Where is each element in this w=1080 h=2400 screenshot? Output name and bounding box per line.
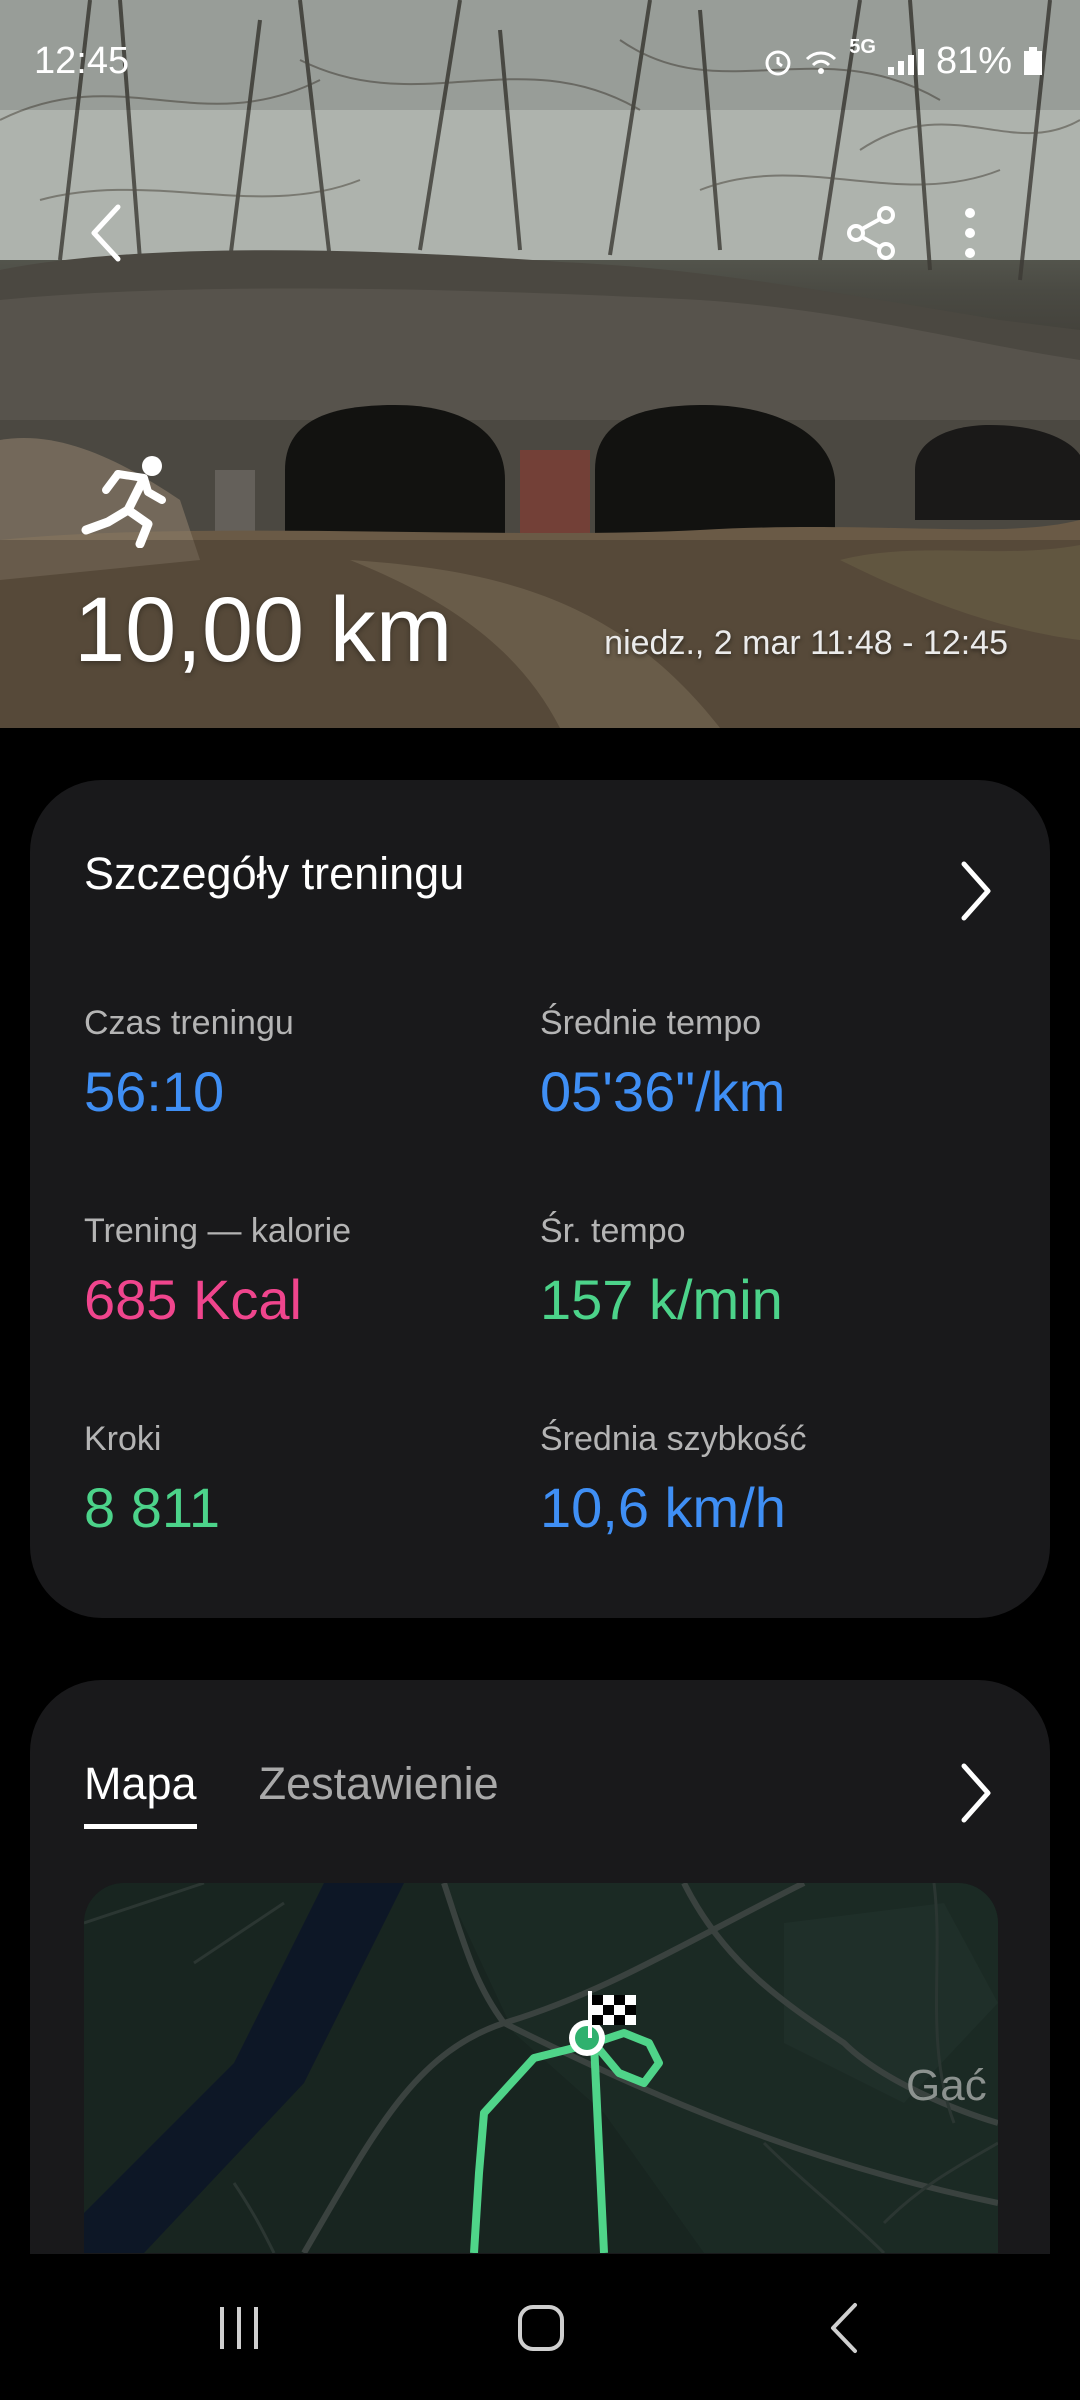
stat-value: 8 811 — [84, 1476, 220, 1539]
workout-details-card[interactable]: Szczegóły treningu Czas treningu 56:10 Ś… — [30, 780, 1050, 1618]
workout-distance: 10,00 km — [74, 579, 453, 681]
stat-value: 56:10 — [84, 1060, 225, 1123]
system-back-button[interactable] — [800, 2298, 890, 2358]
stat-value: 157 k/min — [540, 1268, 783, 1331]
stat-workout-time: Czas treningu 56:10 — [84, 1004, 524, 1124]
share-icon — [847, 206, 895, 260]
stat-steps: Kroki 8 811 — [84, 1420, 524, 1540]
alarm-icon — [765, 50, 791, 75]
chevron-right-icon[interactable] — [954, 1760, 998, 1826]
chevron-right-icon[interactable] — [954, 858, 998, 924]
status-bar: 12:45 5G 81% — [0, 0, 1080, 120]
network-type: 5G — [849, 36, 876, 58]
recents-button[interactable] — [194, 2298, 284, 2358]
stat-value: 10,6 km/h — [540, 1476, 786, 1539]
workout-datetime: niedz., 2 mar 11:48 - 12:45 — [604, 624, 1008, 662]
battery-percent: 81% — [935, 40, 1012, 82]
share-button[interactable] — [832, 198, 912, 268]
stat-label: Śr. tempo — [540, 1212, 686, 1250]
stat-label: Czas treningu — [84, 1004, 294, 1042]
chevron-left-icon — [91, 204, 121, 262]
tab-map[interactable]: Mapa — [84, 1758, 197, 1829]
stat-value: 685 Kcal — [84, 1268, 302, 1331]
tab-summary[interactable]: Zestawienie — [259, 1758, 499, 1829]
system-navigation-bar — [0, 2254, 1080, 2400]
more-options-button[interactable] — [930, 198, 1010, 268]
stat-label: Średnia szybkość — [540, 1420, 807, 1458]
home-button[interactable] — [496, 2298, 586, 2358]
battery-icon — [1024, 46, 1042, 75]
back-button[interactable] — [66, 198, 146, 268]
status-time: 12:45 — [34, 40, 130, 82]
stat-label: Średnie tempo — [540, 1004, 762, 1042]
map-tabs: Mapa Zestawienie — [84, 1758, 499, 1829]
recents-icon — [220, 2307, 258, 2349]
card-title: Szczegóły treningu — [84, 848, 465, 899]
wifi-calling-icon — [806, 51, 837, 74]
stat-calories: Trening — kalorie 685 Kcal — [84, 1212, 524, 1332]
workout-screen: 12:45 5G 81% 10,00 km niedz., 2 mar 11:4… — [0, 0, 1080, 2400]
stat-label: Trening — kalorie — [84, 1212, 352, 1250]
map-place-label: Gać — [906, 2061, 987, 2110]
running-person-icon — [81, 456, 166, 548]
status-icons: 5G 81% — [763, 36, 1044, 83]
stat-label: Kroki — [84, 1420, 162, 1458]
stat-avg-speed: Średnia szybkość 10,6 km/h — [540, 1420, 980, 1540]
signal-icon — [887, 48, 924, 75]
map-graphic — [84, 1883, 998, 2253]
hero-photo: 12:45 5G 81% 10,00 km niedz., 2 mar 11:4… — [0, 0, 1080, 728]
home-icon — [518, 2305, 564, 2351]
route-map[interactable]: Gać — [84, 1883, 998, 2253]
stat-cadence: Śr. tempo 157 k/min — [540, 1212, 980, 1332]
stat-avg-pace: Średnie tempo 05'36"/km — [540, 1004, 980, 1124]
stat-value: 05'36"/km — [540, 1060, 786, 1123]
back-icon — [831, 2303, 857, 2353]
more-vertical-icon — [965, 208, 975, 258]
